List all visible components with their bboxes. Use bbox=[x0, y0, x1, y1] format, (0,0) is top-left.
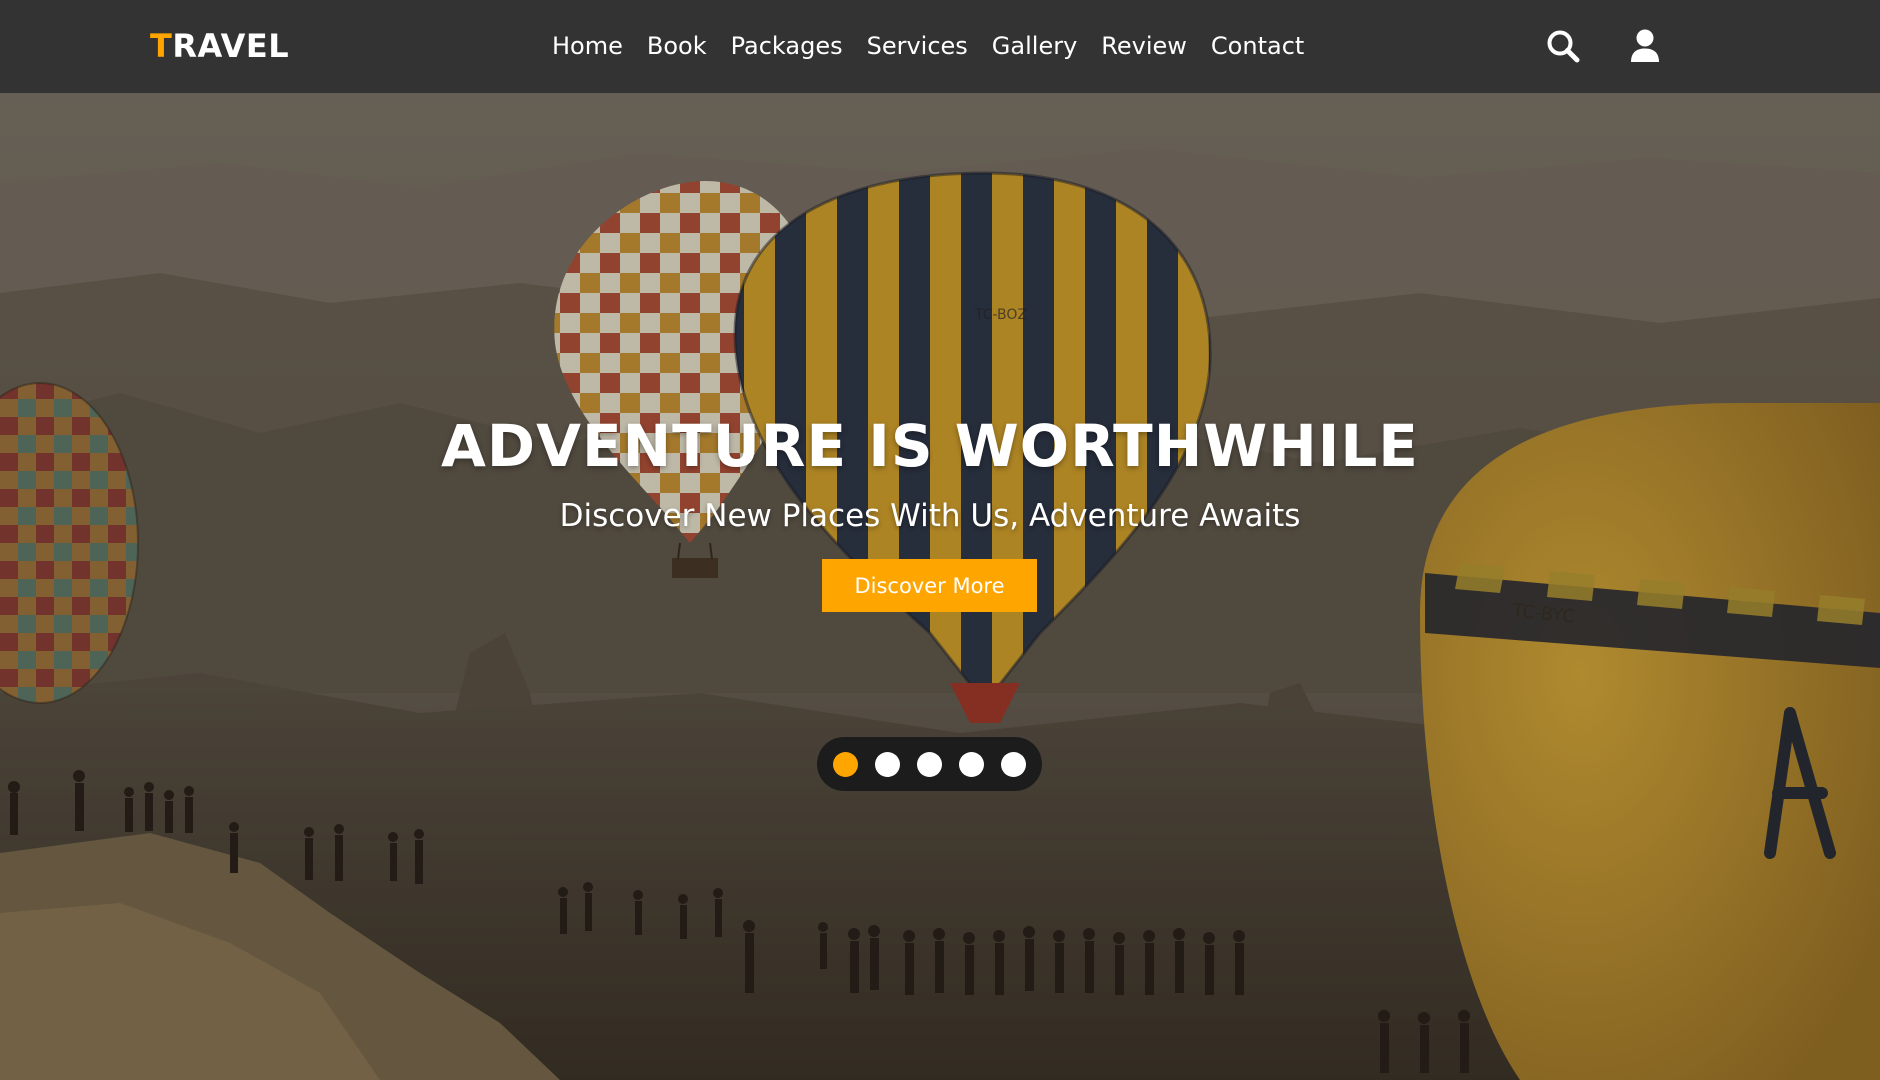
nav-link-services[interactable]: Services bbox=[855, 26, 980, 66]
slider-dot-5[interactable] bbox=[1001, 751, 1026, 777]
nav-link-packages[interactable]: Packages bbox=[719, 26, 855, 66]
slider-dot-4[interactable] bbox=[959, 751, 984, 777]
nav-link-gallery[interactable]: Gallery bbox=[980, 26, 1089, 66]
hero-subtitle: Discover New Places With Us, Adventure A… bbox=[559, 498, 1301, 534]
logo-initial: T bbox=[150, 27, 173, 65]
nav-link-review[interactable]: Review bbox=[1089, 26, 1199, 66]
navbar: TRAVEL Home Book Packages Services Galle… bbox=[0, 0, 1880, 93]
logo-rest: RAVEL bbox=[172, 27, 290, 65]
slider-dot-2[interactable] bbox=[875, 751, 900, 777]
logo[interactable]: TRAVEL bbox=[150, 24, 289, 68]
nav-link-book[interactable]: Book bbox=[635, 26, 719, 66]
user-button[interactable] bbox=[1625, 26, 1665, 66]
hero-title: ADVENTURE IS WORTHWHILE bbox=[441, 412, 1419, 480]
search-button[interactable] bbox=[1543, 26, 1583, 66]
hero-section: TC-BOZ TC-BYC ADVENTURE IS WORTHWHILE Di… bbox=[0, 93, 1880, 1080]
main-menu: Home Book Packages Services Gallery Revi… bbox=[548, 26, 1316, 66]
slider-dot-1[interactable] bbox=[833, 751, 858, 777]
slider-dots bbox=[817, 737, 1042, 791]
nav-link-contact[interactable]: Contact bbox=[1199, 26, 1316, 66]
discover-more-button[interactable]: Discover More bbox=[822, 559, 1037, 612]
search-icon bbox=[1547, 30, 1580, 63]
user-icon bbox=[1631, 29, 1659, 62]
nav-link-home[interactable]: Home bbox=[548, 26, 635, 66]
slider-dot-3[interactable] bbox=[917, 751, 942, 777]
